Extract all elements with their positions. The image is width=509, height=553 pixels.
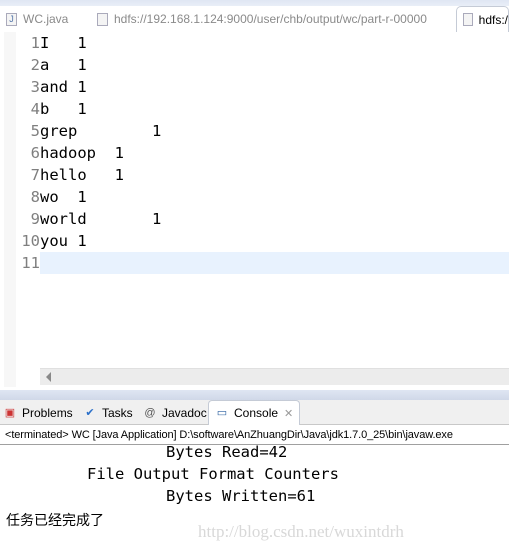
at-icon: @: [144, 406, 156, 419]
line-number: 9: [30, 210, 40, 228]
code-line[interactable]: world 1: [40, 208, 161, 230]
text-file-icon: [463, 13, 473, 26]
line-number: 4: [30, 100, 40, 118]
console-output-line: Bytes Read=42: [166, 443, 288, 461]
tab-hdfs-part-file[interactable]: hdfs://192.168.1.124:9000/user/chb/outpu…: [97, 6, 427, 32]
code-line[interactable]: hadoop 1: [40, 142, 124, 164]
text-file-icon: [97, 12, 108, 26]
scroll-left-icon[interactable]: [46, 372, 51, 382]
tab-label: Javadoc: [162, 405, 207, 420]
tab-tasks[interactable]: ✔ Tasks: [83, 400, 133, 425]
tab-wc-java[interactable]: J WC.java: [6, 6, 68, 32]
code-line[interactable]: hello 1: [40, 164, 124, 186]
code-line[interactable]: and 1: [40, 76, 87, 98]
line-number: 6: [30, 144, 40, 162]
tab-problems[interactable]: ▣ Problems: [3, 400, 73, 425]
text-editor[interactable]: 1 2 3 4 5 6 7 8 9 10 11 I 1a 1 and 1b 1 grep 1 hadoop…: [4, 32, 509, 387]
code-line[interactable]: I 1: [40, 32, 87, 54]
code-line[interactable]: grep 1: [40, 120, 161, 142]
java-file-icon: J: [6, 12, 17, 26]
code-line[interactable]: a 1: [40, 54, 87, 76]
line-number: 10: [21, 232, 40, 250]
close-icon[interactable]: ✕: [284, 407, 293, 420]
tab-label: hdfs://192.168.1.124:9000/user/chb/outpu…: [114, 12, 427, 26]
code-line[interactable]: you 1: [40, 230, 87, 252]
editor-tab-bar: J WC.java hdfs://192.168.1.124:9000/user…: [0, 0, 509, 32]
line-number: 3: [30, 78, 40, 96]
tab-label: Problems: [22, 405, 73, 420]
tasks-icon: ✔: [85, 406, 95, 419]
panel-tab-bar: ▣ Problems ✔ Tasks @ Javadoc ▭ Console ✕: [0, 400, 509, 425]
line-number: 11: [21, 254, 40, 272]
tab-label: hdfs:/: [478, 12, 508, 27]
console-output-line: Bytes Written=61: [166, 487, 316, 505]
line-number: 1: [30, 34, 40, 52]
line-number: 5: [30, 122, 40, 140]
tab-console[interactable]: ▭ Console ✕: [208, 400, 301, 425]
code-line[interactable]: wo 1: [40, 186, 87, 208]
tab-javadoc[interactable]: @ Javadoc: [143, 400, 207, 425]
console-message: 任务已经完成了: [6, 512, 104, 528]
tab-hdfs-active[interactable]: hdfs:/: [456, 6, 509, 32]
code-line[interactable]: b 1: [40, 98, 87, 120]
line-number: 8: [30, 188, 40, 206]
line-number: 7: [30, 166, 40, 184]
console-icon: ▭: [216, 407, 228, 419]
console-header: <terminated> WC [Java Application] D:\so…: [5, 429, 453, 441]
console-output-line: File Output Format Counters: [87, 465, 339, 483]
problems-icon: ▣: [4, 406, 16, 419]
line-number: 2: [30, 56, 40, 74]
view-separator: [0, 390, 509, 400]
tab-label: Console: [234, 406, 279, 420]
tab-label: WC.java: [23, 12, 69, 26]
horizontal-scrollbar[interactable]: [40, 368, 509, 385]
annotation-ruler: [4, 32, 16, 387]
line-number-gutter: 1 2 3 4 5 6 7 8 9 10 11: [16, 32, 40, 387]
watermark: http://blog.csdn.net/wuxintdrh: [198, 522, 404, 541]
current-line-highlight: [40, 252, 509, 274]
tab-label: Tasks: [102, 405, 133, 420]
